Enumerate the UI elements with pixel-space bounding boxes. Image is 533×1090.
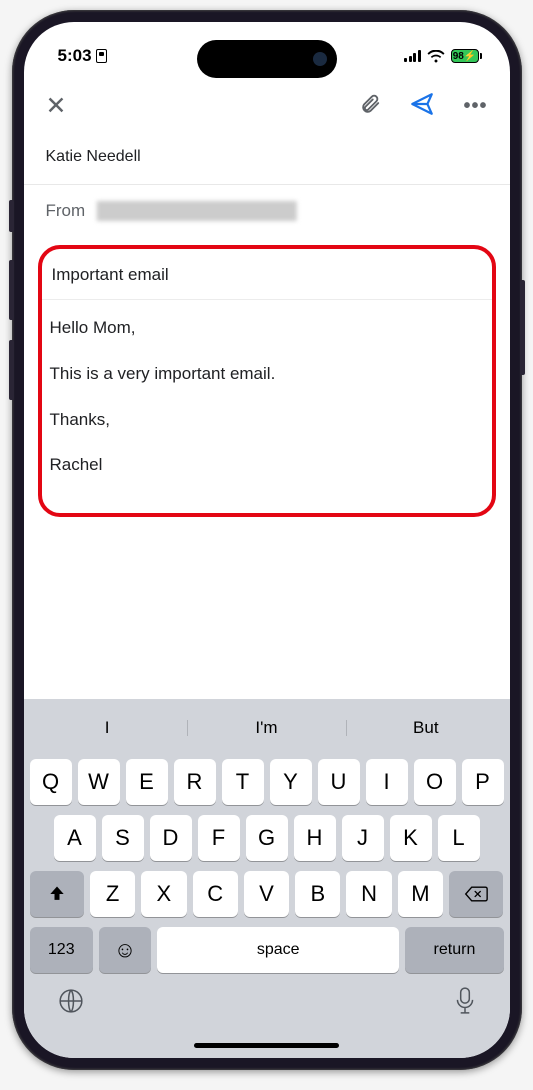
suggestion[interactable]: I	[28, 718, 187, 738]
body-field[interactable]: Hello Mom, This is a very important emai…	[50, 316, 484, 477]
side-button-vol-down	[9, 340, 14, 400]
emoji-key[interactable]: ☺	[99, 927, 151, 973]
home-indicator[interactable]	[194, 1043, 339, 1048]
globe-icon[interactable]	[58, 988, 84, 1019]
recipient-field[interactable]: Katie Needell	[24, 134, 510, 184]
home-indicator-area	[24, 1032, 510, 1058]
key-b[interactable]: B	[295, 871, 340, 917]
close-icon[interactable]: ✕	[46, 91, 67, 121]
key-t[interactable]: T	[222, 759, 264, 805]
suggestion[interactable]: But	[346, 718, 505, 738]
recipient-name: Katie Needell	[46, 148, 141, 165]
key-e[interactable]: E	[126, 759, 168, 805]
side-button-power	[520, 280, 525, 375]
key-a[interactable]: A	[54, 815, 96, 861]
key-row-2: A S D F G H J K L	[28, 815, 506, 861]
status-time: 5:03	[58, 46, 92, 66]
attachment-icon[interactable]	[359, 93, 381, 120]
body-line: Rachel	[50, 453, 484, 477]
body-line: This is a very important email.	[50, 362, 484, 386]
key-row-4: 123 ☺ space return	[28, 927, 506, 973]
key-r[interactable]: R	[174, 759, 216, 805]
battery-indicator: 98⚡	[451, 49, 482, 63]
key-i[interactable]: I	[366, 759, 408, 805]
key-v[interactable]: V	[244, 871, 289, 917]
key-x[interactable]: X	[141, 871, 186, 917]
portrait-lock-icon	[96, 49, 107, 63]
key-j[interactable]: J	[342, 815, 384, 861]
from-label: From	[46, 201, 86, 221]
compose-toolbar: ✕ •••	[24, 78, 510, 134]
key-p[interactable]: P	[462, 759, 504, 805]
wifi-icon	[427, 50, 445, 63]
battery-pct: 98	[453, 51, 464, 62]
subject-field[interactable]: Important email	[50, 261, 484, 299]
subject-text: Important email	[52, 265, 169, 284]
key-row-3: Z X C V B N M	[28, 871, 506, 917]
annotation-highlight-box: Important email Hello Mom, This is a ver…	[38, 245, 496, 517]
camera-lens	[313, 52, 327, 66]
side-button-vol-up	[9, 260, 14, 320]
side-button-silence	[9, 200, 14, 232]
suggestion[interactable]: I'm	[187, 718, 346, 738]
more-icon[interactable]: •••	[463, 95, 487, 118]
key-y[interactable]: Y	[270, 759, 312, 805]
key-k[interactable]: K	[390, 815, 432, 861]
keyboard-footer	[28, 973, 506, 1026]
key-f[interactable]: F	[198, 815, 240, 861]
key-q[interactable]: Q	[30, 759, 72, 805]
cellular-signal-icon	[404, 50, 421, 62]
shift-key[interactable]	[30, 871, 84, 917]
key-d[interactable]: D	[150, 815, 192, 861]
numbers-key[interactable]: 123	[30, 927, 94, 973]
suggestion-bar: I I'm But	[28, 707, 506, 749]
microphone-icon[interactable]	[454, 987, 476, 1020]
from-field[interactable]: From	[24, 185, 510, 237]
screen: 5:03 98⚡ ✕	[24, 22, 510, 1058]
key-s[interactable]: S	[102, 815, 144, 861]
send-icon[interactable]	[409, 91, 435, 122]
key-c[interactable]: C	[193, 871, 238, 917]
key-u[interactable]: U	[318, 759, 360, 805]
divider	[42, 299, 492, 300]
key-l[interactable]: L	[438, 815, 480, 861]
key-n[interactable]: N	[346, 871, 391, 917]
key-o[interactable]: O	[414, 759, 456, 805]
backspace-key[interactable]	[449, 871, 503, 917]
from-address-redacted	[97, 201, 297, 221]
body-line: Thanks,	[50, 408, 484, 432]
return-key[interactable]: return	[405, 927, 503, 973]
dynamic-island	[197, 40, 337, 78]
key-m[interactable]: M	[398, 871, 443, 917]
key-g[interactable]: G	[246, 815, 288, 861]
keyboard: I I'm But Q W E R T Y U I O P A S D F	[24, 699, 510, 1032]
key-row-1: Q W E R T Y U I O P	[28, 759, 506, 805]
key-w[interactable]: W	[78, 759, 120, 805]
space-key[interactable]: space	[157, 927, 399, 973]
key-h[interactable]: H	[294, 815, 336, 861]
phone-frame: 5:03 98⚡ ✕	[12, 10, 522, 1070]
body-line: Hello Mom,	[50, 316, 484, 340]
key-z[interactable]: Z	[90, 871, 135, 917]
